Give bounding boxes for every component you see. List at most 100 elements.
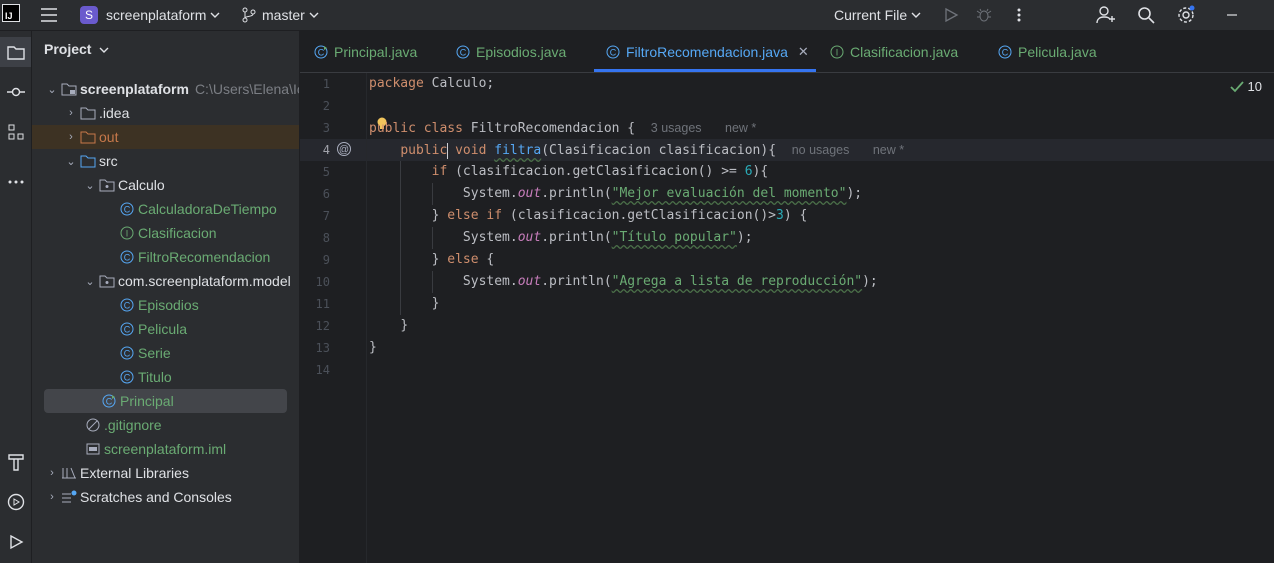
class-icon: C <box>454 44 472 60</box>
branch-selector[interactable]: master <box>242 0 319 30</box>
code-line-7[interactable]: } else if (clasificacion.getClasificacio… <box>369 205 808 227</box>
tree-item-idea[interactable]: › .idea <box>63 101 129 125</box>
chevron-right-icon[interactable]: › <box>63 107 79 119</box>
tree-item-episodios[interactable]: C Episodios <box>118 293 199 317</box>
tree-item-label: External Libraries <box>80 465 189 481</box>
tab-episodios[interactable]: C Episodios.java <box>454 31 566 72</box>
chevron-down-icon[interactable]: ⌄ <box>44 83 60 96</box>
more-tools-button[interactable] <box>0 167 31 197</box>
settings-button[interactable] <box>1176 0 1196 30</box>
build-tool-button[interactable] <box>0 447 31 477</box>
ignore-file-icon <box>84 417 102 433</box>
minimize-button[interactable] <box>1226 0 1238 30</box>
code-token: if <box>486 208 503 223</box>
code-line-11[interactable]: } <box>369 293 440 315</box>
root-path: C:\Users\Elena\Ic <box>194 81 300 97</box>
line-number: 12 <box>315 319 330 333</box>
services-tool-button[interactable] <box>0 487 31 517</box>
project-panel-title: Project <box>44 41 92 57</box>
code-line-5[interactable]: if (clasificacion.getClasificacion() >= … <box>369 161 769 183</box>
tree-item-iml[interactable]: screenplataform.iml <box>84 437 226 461</box>
tab-principal[interactable]: C Principal.java <box>312 31 417 72</box>
code-line-9[interactable]: } else { <box>369 249 495 271</box>
code-token: package <box>369 76 424 91</box>
tree-item-calculo[interactable]: ⌄ Calculo <box>82 173 164 197</box>
run-config-selector[interactable]: Current File <box>834 0 921 30</box>
tree-item-root[interactable]: ⌄ screenplataform C:\Users\Elena\Ic <box>44 77 300 101</box>
editor-area: C Principal.java C Episodios.java C Filt… <box>300 31 1274 563</box>
more-icon <box>8 180 23 184</box>
code-line-13[interactable]: } <box>369 337 377 359</box>
chevron-down-icon <box>99 47 109 53</box>
code-line-8[interactable]: System.out.println("Título popular"); <box>369 227 753 249</box>
tree-item-src[interactable]: ⌄ src <box>63 149 117 173</box>
tree-item-clasificacion[interactable]: I Clasificacion <box>118 221 217 245</box>
title-bar: IJ S screenplataform master Current File <box>0 0 1274 31</box>
code-token: { <box>619 121 636 136</box>
chevron-right-icon[interactable]: › <box>63 131 79 143</box>
tree-item-external-libraries[interactable]: › External Libraries <box>44 461 189 485</box>
code-token: { <box>478 252 495 267</box>
tree-item-titulo[interactable]: C Titulo <box>118 365 172 389</box>
code-line-3[interactable]: public class FiltroRecomendacion { 3 usa… <box>369 117 756 139</box>
line-number: 1 <box>322 77 330 91</box>
runnable-class-icon: C <box>100 393 118 409</box>
menu-icon <box>41 8 57 22</box>
line-number-gutter[interactable]: 1 2 3 4 5 6 7 8 9 10 11 12 13 14 @ <box>300 73 366 563</box>
tab-label: Clasificacion.java <box>850 43 959 60</box>
code-line-10[interactable]: System.out.println("Agrega a lista de re… <box>369 271 878 293</box>
implements-marker-icon[interactable]: @ <box>336 141 352 160</box>
code-with-me-button[interactable] <box>1096 0 1116 30</box>
search-button[interactable] <box>1137 0 1155 30</box>
tree-item-model[interactable]: ⌄ com.screenplataform.model <box>82 269 290 293</box>
inspection-widget[interactable]: 10 <box>1229 79 1262 94</box>
tree-item-serie[interactable]: C Serie <box>118 341 171 365</box>
code-line-4[interactable]: public void filtra(Clasificacion clasifi… <box>369 139 904 161</box>
code-token: Calculo; <box>423 76 495 91</box>
intellij-logo-icon[interactable]: IJ <box>2 4 20 22</box>
author-hint[interactable]: new * <box>873 143 904 157</box>
tab-pelicula[interactable]: C Pelicula.java <box>996 31 1097 72</box>
usages-hint[interactable]: no usages <box>792 143 850 157</box>
code-token: class <box>423 121 463 136</box>
library-icon <box>60 465 78 481</box>
code-line-12[interactable]: } <box>369 315 408 337</box>
tree-item-out[interactable]: › out <box>32 125 299 149</box>
usages-hint[interactable]: 3 usages <box>651 121 702 135</box>
more-icon <box>1017 8 1021 22</box>
code-line-1[interactable]: package Calculo; <box>369 73 494 95</box>
commit-tool-button[interactable] <box>0 77 31 107</box>
code-line-6[interactable]: System.out.println("Mejor evaluación del… <box>369 183 862 205</box>
tab-filtro-recomendacion[interactable]: C FiltroRecomendacion.java ✕ <box>594 31 816 72</box>
project-tool-button[interactable] <box>0 37 31 67</box>
tree-item-principal[interactable]: C Principal <box>44 389 287 413</box>
author-hint[interactable]: new * <box>725 121 756 135</box>
project-panel-header[interactable]: Project <box>44 41 109 57</box>
root-label: screenplataform <box>80 81 189 97</box>
tree-item-filtro[interactable]: C FiltroRecomendacion <box>118 245 270 269</box>
chevron-right-icon[interactable]: › <box>44 467 60 479</box>
add-user-icon <box>1096 6 1115 24</box>
class-icon: C <box>604 44 622 60</box>
code-token: (clasificacion.getClasificacion()> <box>502 208 777 223</box>
tree-item-calculadora[interactable]: C CalculadoraDeTiempo <box>118 197 277 221</box>
chevron-down-icon[interactable]: ⌄ <box>82 275 98 288</box>
chevron-down-icon[interactable]: ⌄ <box>82 179 98 192</box>
package-icon <box>98 273 116 289</box>
more-actions-button[interactable] <box>1012 0 1026 30</box>
run-tool-button[interactable] <box>0 527 31 557</box>
run-button[interactable] <box>943 0 959 30</box>
code-token: filtra <box>494 143 542 158</box>
close-icon[interactable]: ✕ <box>798 44 809 60</box>
project-selector[interactable]: S screenplataform <box>80 0 220 30</box>
structure-tool-button[interactable] <box>0 117 31 147</box>
main-menu-button[interactable] <box>40 0 58 30</box>
debug-button[interactable] <box>976 0 992 30</box>
svg-text:C: C <box>124 301 131 311</box>
chevron-down-icon[interactable]: ⌄ <box>63 155 79 168</box>
tree-item-gitignore[interactable]: .gitignore <box>84 413 162 437</box>
chevron-right-icon[interactable]: › <box>44 491 60 503</box>
tab-clasificacion[interactable]: I Clasificacion.java <box>828 31 958 72</box>
tree-item-scratches[interactable]: › Scratches and Consoles <box>44 485 232 509</box>
tree-item-pelicula[interactable]: C Pelicula <box>118 317 187 341</box>
